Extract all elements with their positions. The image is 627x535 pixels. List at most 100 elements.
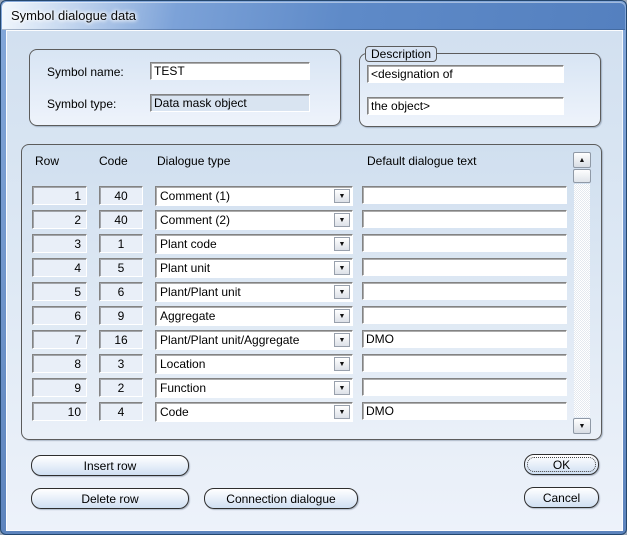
default-text-input[interactable] [362, 234, 567, 252]
row-number-box: 5 [32, 282, 87, 301]
dialogue-type-select[interactable]: Plant code ▼ [155, 234, 353, 254]
dropdown-arrow-icon: ▼ [338, 264, 346, 272]
title-bar[interactable]: Symbol dialogue data [2, 2, 625, 30]
dropdown-arrow-icon: ▼ [338, 288, 346, 296]
row-code-box: 4 [99, 402, 143, 421]
dialogue-type-select[interactable]: Plant/Plant unit ▼ [155, 282, 353, 302]
row-number-box: 2 [32, 210, 87, 229]
dialogue-type-select[interactable]: Location ▼ [155, 354, 353, 374]
row-number-box: 3 [32, 234, 87, 253]
dropdown-arrow-icon: ▼ [338, 192, 346, 200]
default-text-input[interactable] [362, 402, 567, 420]
dialogue-type-select[interactable]: Code ▼ [155, 402, 353, 422]
row-code-box: 6 [99, 282, 143, 301]
dialogue-type-value: Location [160, 357, 206, 371]
header-default-text: Default dialogue text [367, 154, 477, 168]
window-title: Symbol dialogue data [11, 8, 137, 23]
table-row: 7 16 Plant/Plant unit/Aggregate ▼ [22, 330, 601, 350]
symbol-type-field: Data mask object [150, 94, 310, 112]
symbol-name-input[interactable] [150, 62, 310, 80]
dropdown-button[interactable]: ▼ [334, 381, 350, 395]
table-row: 9 2 Function ▼ [22, 378, 601, 398]
dialogue-type-select[interactable]: Comment (2) ▼ [155, 210, 353, 230]
dropdown-arrow-icon: ▼ [338, 360, 346, 368]
dropdown-button[interactable]: ▼ [334, 189, 350, 203]
row-number-box: 10 [32, 402, 87, 421]
dialogue-type-select[interactable]: Comment (1) ▼ [155, 186, 353, 206]
row-number-box: 9 [32, 378, 87, 397]
table-row: 3 1 Plant code ▼ [22, 234, 601, 254]
dialogue-type-value: Aggregate [160, 309, 216, 323]
dialogue-type-value: Function [160, 381, 207, 395]
vertical-scrollbar[interactable]: ▲ ▼ [573, 152, 591, 434]
default-text-input[interactable] [362, 330, 567, 348]
dropdown-arrow-icon: ▼ [338, 312, 346, 320]
insert-row-button[interactable]: Insert row [31, 455, 189, 476]
table-rows: 1 40 Comment (1) ▼ 2 40 Comment (2) ▼ 3 … [22, 186, 601, 426]
dropdown-button[interactable]: ▼ [334, 333, 350, 347]
scroll-up-button[interactable]: ▲ [573, 152, 591, 168]
row-number-box: 1 [32, 186, 87, 205]
table-row: 10 4 Code ▼ [22, 402, 601, 422]
symbol-type-label: Symbol type: [47, 97, 117, 111]
dropdown-arrow-icon: ▼ [338, 216, 346, 224]
dropdown-button[interactable]: ▼ [334, 213, 350, 227]
dialogue-table-group: Row Code Dialogue type Default dialogue … [21, 144, 602, 440]
row-code-box: 40 [99, 186, 143, 205]
row-number-box: 6 [32, 306, 87, 325]
dropdown-arrow-icon: ▼ [338, 384, 346, 392]
dropdown-button[interactable]: ▼ [334, 357, 350, 371]
dialogue-type-value: Comment (2) [160, 213, 231, 227]
header-row: Row [35, 154, 60, 168]
default-text-input[interactable] [362, 306, 567, 324]
default-text-input[interactable] [362, 378, 567, 396]
table-row: 8 3 Location ▼ [22, 354, 601, 374]
dropdown-button[interactable]: ▼ [334, 285, 350, 299]
row-code-box: 9 [99, 306, 143, 325]
dialogue-type-select[interactable]: Plant/Plant unit/Aggregate ▼ [155, 330, 353, 350]
delete-row-button[interactable]: Delete row [31, 488, 189, 509]
default-text-input[interactable] [362, 354, 567, 372]
row-code-box: 5 [99, 258, 143, 277]
dropdown-button[interactable]: ▼ [334, 261, 350, 275]
default-text-input[interactable] [362, 282, 567, 300]
cancel-button[interactable]: Cancel [524, 487, 599, 508]
dialogue-type-select[interactable]: Aggregate ▼ [155, 306, 353, 326]
dropdown-button[interactable]: ▼ [334, 405, 350, 419]
dialogue-type-select[interactable]: Function ▼ [155, 378, 353, 398]
row-code-box: 16 [99, 330, 143, 349]
dialogue-type-select[interactable]: Plant unit ▼ [155, 258, 353, 278]
default-text-input[interactable] [362, 210, 567, 228]
description-group: Description [359, 46, 601, 127]
dialogue-type-value: Comment (1) [160, 189, 231, 203]
description-line2-input[interactable] [367, 97, 564, 115]
table-row: 6 9 Aggregate ▼ [22, 306, 601, 326]
dialogue-type-value: Code [160, 405, 189, 419]
dialogue-type-value: Plant code [160, 237, 217, 251]
symbol-group: Symbol name: Symbol type: Data mask obje… [29, 49, 341, 126]
symbol-name-label: Symbol name: [47, 65, 124, 79]
description-group-label: Description [365, 46, 438, 62]
dialogue-type-value: Plant/Plant unit/Aggregate [160, 333, 300, 347]
dropdown-button[interactable]: ▼ [334, 237, 350, 251]
scroll-down-icon: ▼ [578, 422, 586, 430]
row-code-box: 3 [99, 354, 143, 373]
scroll-track[interactable] [574, 184, 590, 417]
row-number-box: 4 [32, 258, 87, 277]
description-line1-input[interactable] [367, 65, 564, 83]
dropdown-arrow-icon: ▼ [338, 336, 346, 344]
dropdown-button[interactable]: ▼ [334, 309, 350, 323]
scroll-down-button[interactable]: ▼ [573, 418, 591, 434]
default-text-input[interactable] [362, 186, 567, 204]
dialogue-type-value: Plant unit [160, 261, 211, 275]
scroll-thumb[interactable] [573, 169, 591, 183]
row-number-box: 7 [32, 330, 87, 349]
default-text-input[interactable] [362, 258, 567, 276]
ok-button[interactable]: OK [524, 454, 599, 475]
dialog-window: Symbol dialogue data Symbol name: Symbol… [0, 0, 627, 535]
header-code: Code [99, 154, 128, 168]
table-row: 5 6 Plant/Plant unit ▼ [22, 282, 601, 302]
header-dialogue-type: Dialogue type [157, 154, 231, 168]
connection-dialogue-button[interactable]: Connection dialogue [204, 488, 358, 509]
dialog-body: Symbol name: Symbol type: Data mask obje… [6, 30, 623, 531]
